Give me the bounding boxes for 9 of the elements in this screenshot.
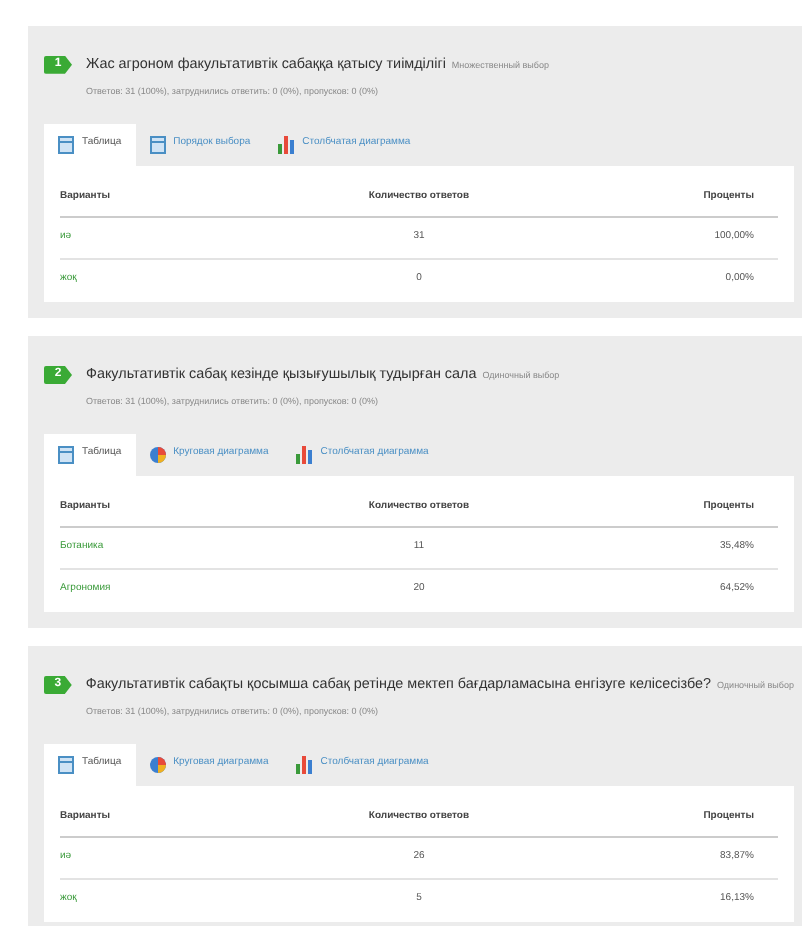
bar-chart-icon — [296, 755, 313, 774]
table-icon — [58, 445, 74, 464]
bar-chart-icon — [296, 445, 313, 464]
pie-chart-icon — [149, 755, 166, 774]
pie-chart-icon — [149, 445, 166, 464]
table-icon — [58, 135, 74, 154]
table-icon — [58, 755, 74, 774]
table-icon — [149, 135, 166, 154]
bar-chart-icon — [278, 135, 295, 154]
